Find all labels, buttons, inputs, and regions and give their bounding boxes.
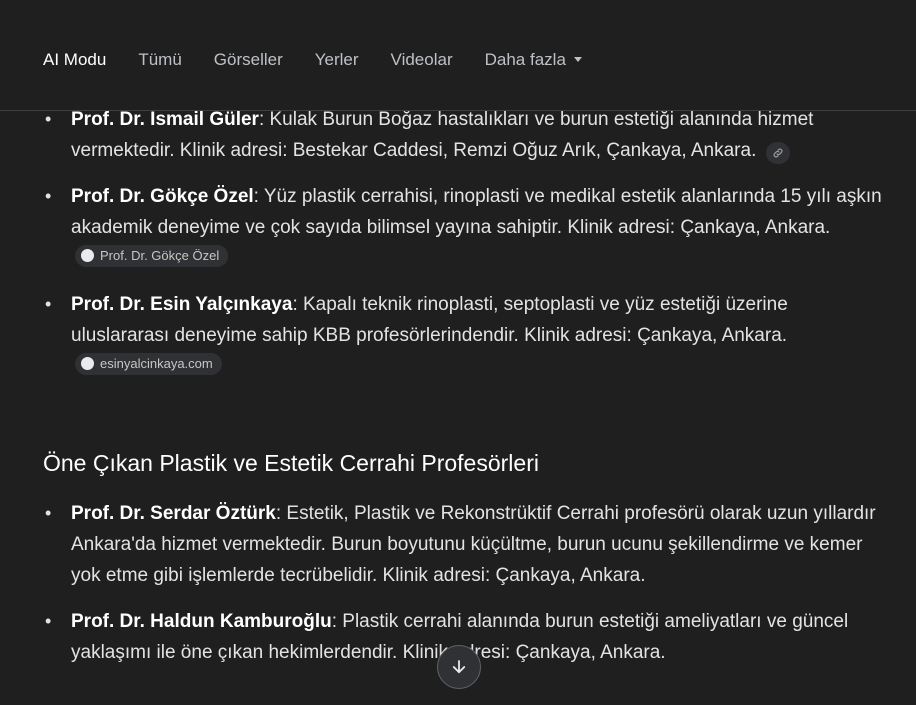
scroll-down-button[interactable]: [437, 645, 481, 689]
list-item: Prof. Dr. Gökçe Özel: Yüz plastik cerrah…: [0, 181, 916, 274]
arrow-down-icon: [452, 660, 466, 674]
doctor-name: Prof. Dr. İsmail Güler: [71, 110, 259, 130]
tab-more[interactable]: Daha fazla: [485, 50, 582, 70]
tab-videos[interactable]: Videolar: [391, 50, 453, 70]
top-nav-bar: AI Modu Tümü Görseller Yerler Videolar D…: [0, 0, 916, 111]
section-heading: Öne Çıkan Plastik ve Estetik Cerrahi Pro…: [43, 450, 539, 476]
list-item: Prof. Dr. Serdar Öztürk: Estetik, Plasti…: [0, 498, 916, 591]
search-tabs: AI Modu Tümü Görseller Yerler Videolar D…: [43, 50, 614, 70]
doctor-name: Prof. Dr. Gökçe Özel: [71, 186, 254, 207]
list-item: Prof. Dr. Esin Yalçınkaya: Kapalı teknik…: [0, 289, 916, 382]
source-favicon-icon: [81, 249, 94, 262]
source-chip-label: Prof. Dr. Gökçe Özel: [100, 247, 220, 263]
doctor-name: Prof. Dr. Serdar Öztürk: [71, 503, 276, 524]
tab-places[interactable]: Yerler: [315, 50, 359, 70]
source-chip-label: esinyalcinkaya.com: [100, 355, 213, 371]
answer-content: Prof. Dr. İsmail Güler: Kulak Burun Boğa…: [0, 110, 916, 705]
tab-images[interactable]: Görseller: [214, 50, 283, 70]
tab-ai-mode[interactable]: AI Modu: [43, 50, 106, 70]
tab-all[interactable]: Tümü: [138, 50, 181, 70]
doctor-name: Prof. Dr. Haldun Kamburoğlu: [71, 611, 332, 632]
caret-down-icon: [573, 57, 582, 63]
source-chip[interactable]: esinyalcinkaya.com: [75, 352, 222, 375]
tab-more-label: Daha fazla: [484, 50, 566, 69]
doctor-list-1: Prof. Dr. İsmail Güler: Kulak Burun Boğa…: [0, 110, 916, 397]
source-link-chip[interactable]: [765, 142, 790, 164]
link-icon: [773, 148, 783, 158]
list-item: Prof. Dr. İsmail Güler: Kulak Burun Boğa…: [0, 110, 916, 166]
doctor-name: Prof. Dr. Esin Yalçınkaya: [71, 294, 293, 315]
source-chip[interactable]: Prof. Dr. Gökçe Özel: [75, 244, 229, 267]
source-favicon-icon: [81, 357, 94, 370]
